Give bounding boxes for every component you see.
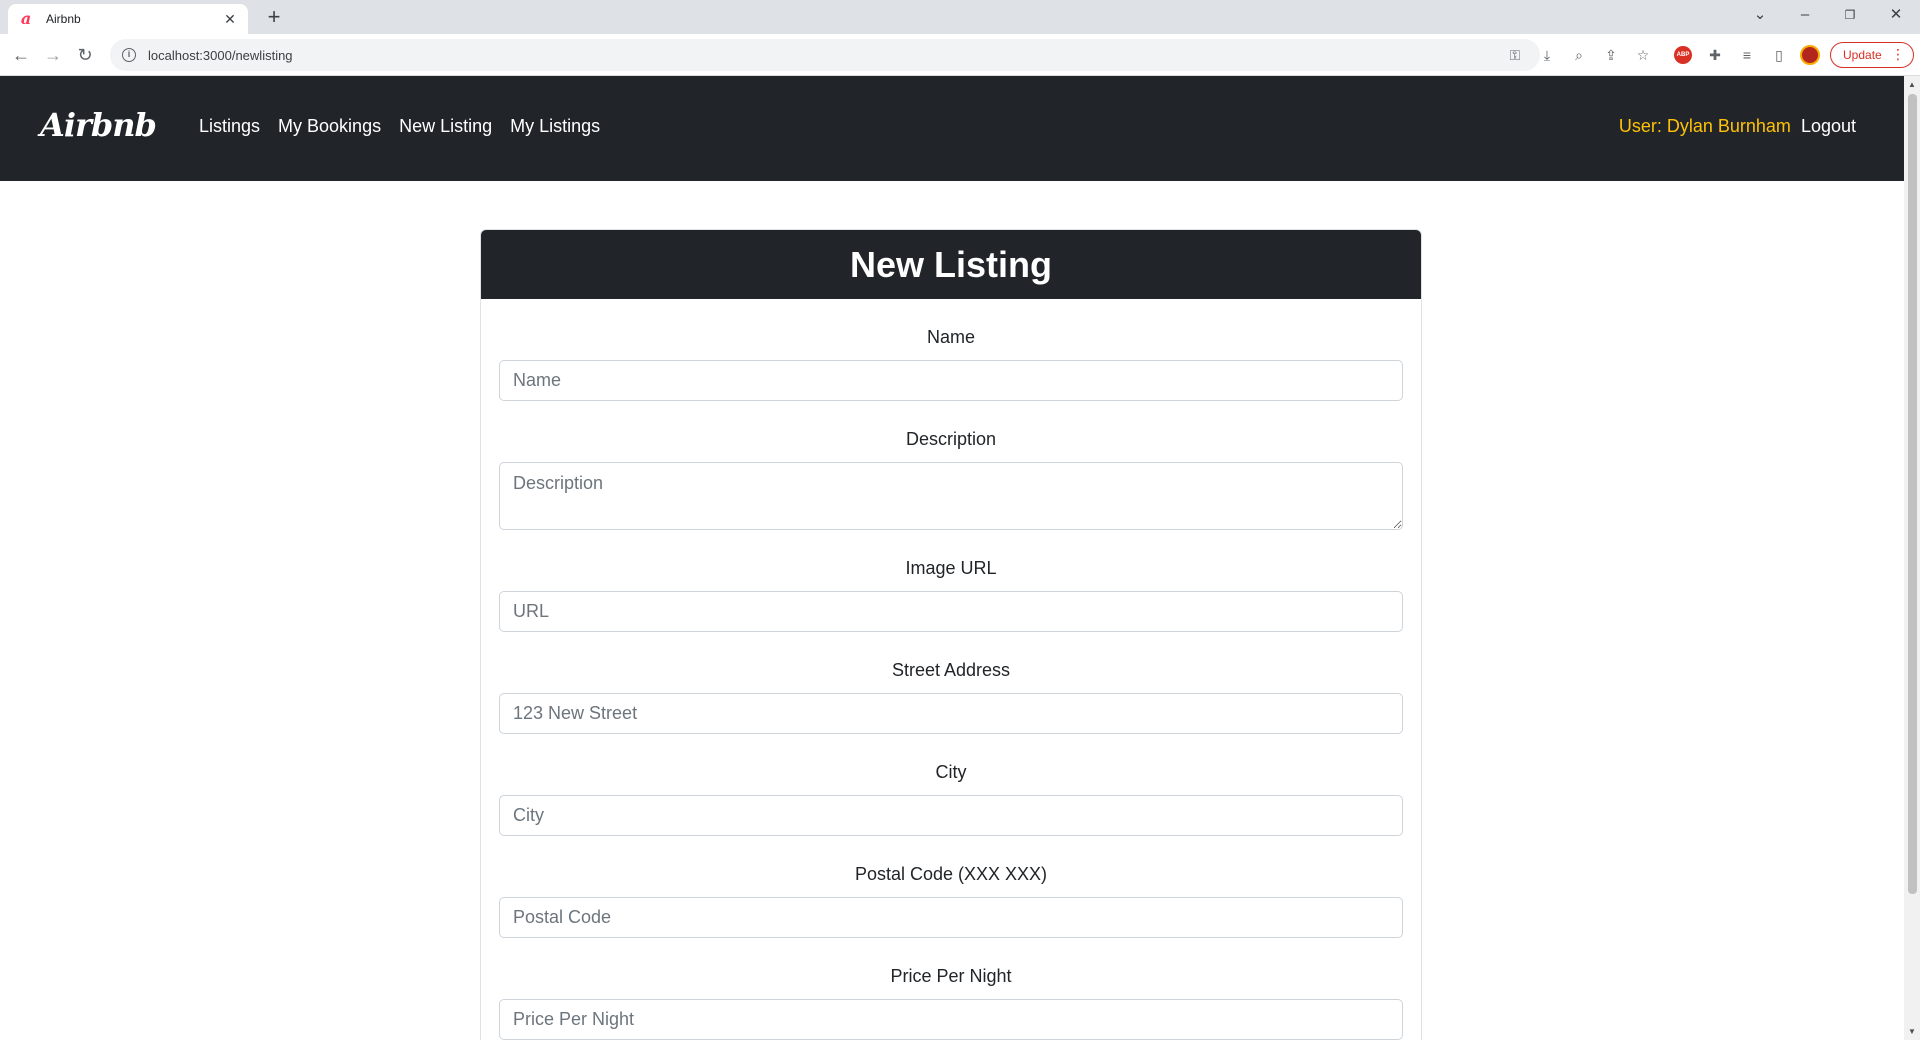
reload-icon[interactable]: ↻ <box>73 43 97 67</box>
postal-code-label: Postal Code (XXX XXX) <box>854 864 1048 884</box>
download-icon[interactable]: ⤓ <box>1537 45 1557 65</box>
form-group-city: City <box>499 760 1403 836</box>
nav-link-my-listings[interactable]: My Listings <box>510 116 600 137</box>
description-label: Description <box>905 429 997 449</box>
avatar-icon[interactable] <box>1800 45 1820 65</box>
side-panel-icon[interactable]: ▯ <box>1769 45 1789 65</box>
key-icon[interactable]: ⚿ <box>1505 45 1525 65</box>
address-bar[interactable]: i localhost:3000/newlisting <box>110 39 1540 71</box>
user-label: User: Dylan Burnham <box>1618 116 1791 136</box>
browser-toolbar: ← → ↻ i localhost:3000/newlisting ⚿ ⤓ ⌕ … <box>0 34 1920 76</box>
zoom-icon[interactable]: ⌕ <box>1569 45 1589 65</box>
new-tab-icon[interactable]: + <box>262 5 286 29</box>
card-header: New Listing <box>481 230 1421 299</box>
city-input[interactable] <box>499 795 1403 836</box>
nav-link-new-listing[interactable]: New Listing <box>399 116 492 137</box>
tab-close-icon[interactable]: ✕ <box>222 11 238 28</box>
menu-dots-icon: ⋮ <box>1891 46 1905 62</box>
nav-user-area: User: Dylan Burnham Logout <box>1619 116 1856 137</box>
description-textarea[interactable] <box>499 462 1403 530</box>
name-label: Name <box>926 327 975 347</box>
postal-code-input[interactable] <box>499 897 1403 938</box>
form-group-postal-code: Postal Code (XXX XXX) <box>499 862 1403 938</box>
update-button[interactable]: Update ⋮ <box>1830 42 1914 68</box>
update-label: Update <box>1843 48 1882 62</box>
puzzle-icon[interactable]: ✚ <box>1705 45 1725 65</box>
price-per-night-input[interactable] <box>499 999 1403 1040</box>
star-icon[interactable]: ☆ <box>1633 45 1653 65</box>
brand-logo[interactable]: Airbnb <box>40 106 157 144</box>
logout-link[interactable]: Logout <box>1801 116 1856 137</box>
new-listing-card: New Listing Name Description Image URL S… <box>480 229 1422 1040</box>
form-group-name: Name <box>499 325 1403 401</box>
share-icon[interactable]: ⇪ <box>1601 45 1621 65</box>
name-input[interactable] <box>499 360 1403 401</box>
tab-title: Airbnb <box>46 12 81 26</box>
forward-icon[interactable]: → <box>41 43 65 67</box>
reading-list-icon[interactable]: ≡ <box>1737 45 1757 65</box>
page-viewport: Airbnb Listings My Bookings New Listing … <box>0 76 1904 1040</box>
image-url-input[interactable] <box>499 591 1403 632</box>
back-icon[interactable]: ← <box>9 43 33 67</box>
airbnb-favicon-icon: a <box>20 9 32 28</box>
new-listing-form: Name Description Image URL Street Addres… <box>481 299 1421 1040</box>
form-group-image-url: Image URL <box>499 556 1403 632</box>
image-url-label: Image URL <box>905 558 997 578</box>
street-address-label: Street Address <box>891 660 1011 680</box>
browser-tab[interactable]: a Airbnb ✕ <box>8 4 248 34</box>
info-icon[interactable]: i <box>122 48 136 62</box>
tab-search-icon[interactable]: ⌄ <box>1750 5 1770 25</box>
url-text[interactable]: localhost:3000/newlisting <box>148 48 293 63</box>
city-label: City <box>935 762 967 782</box>
close-window-icon[interactable]: ✕ <box>1886 5 1906 25</box>
minimize-icon[interactable]: – <box>1795 5 1815 25</box>
form-group-street-address: Street Address <box>499 658 1403 734</box>
scroll-thumb[interactable] <box>1908 94 1917 894</box>
page-scrollbar[interactable]: ▲ ▼ <box>1904 76 1920 1040</box>
restore-icon[interactable]: ❐ <box>1840 5 1860 25</box>
adblock-icon[interactable]: ABP <box>1674 46 1692 64</box>
scroll-up-icon[interactable]: ▲ <box>1907 80 1917 89</box>
scroll-down-icon[interactable]: ▼ <box>1907 1027 1917 1036</box>
street-address-input[interactable] <box>499 693 1403 734</box>
form-group-description: Description <box>499 427 1403 530</box>
page-title: New Listing <box>849 243 1052 285</box>
browser-tabstrip: a Airbnb ✕ + ⌄ – ❐ ✕ <box>0 0 1920 34</box>
site-navbar: Airbnb Listings My Bookings New Listing … <box>0 76 1904 181</box>
nav-link-listings[interactable]: Listings <box>199 116 260 137</box>
nav-links: Listings My Bookings New Listing My List… <box>199 116 600 137</box>
form-group-price-per-night: Price Per Night <box>499 964 1403 1040</box>
nav-link-my-bookings[interactable]: My Bookings <box>278 116 381 137</box>
price-per-night-label: Price Per Night <box>890 966 1012 986</box>
